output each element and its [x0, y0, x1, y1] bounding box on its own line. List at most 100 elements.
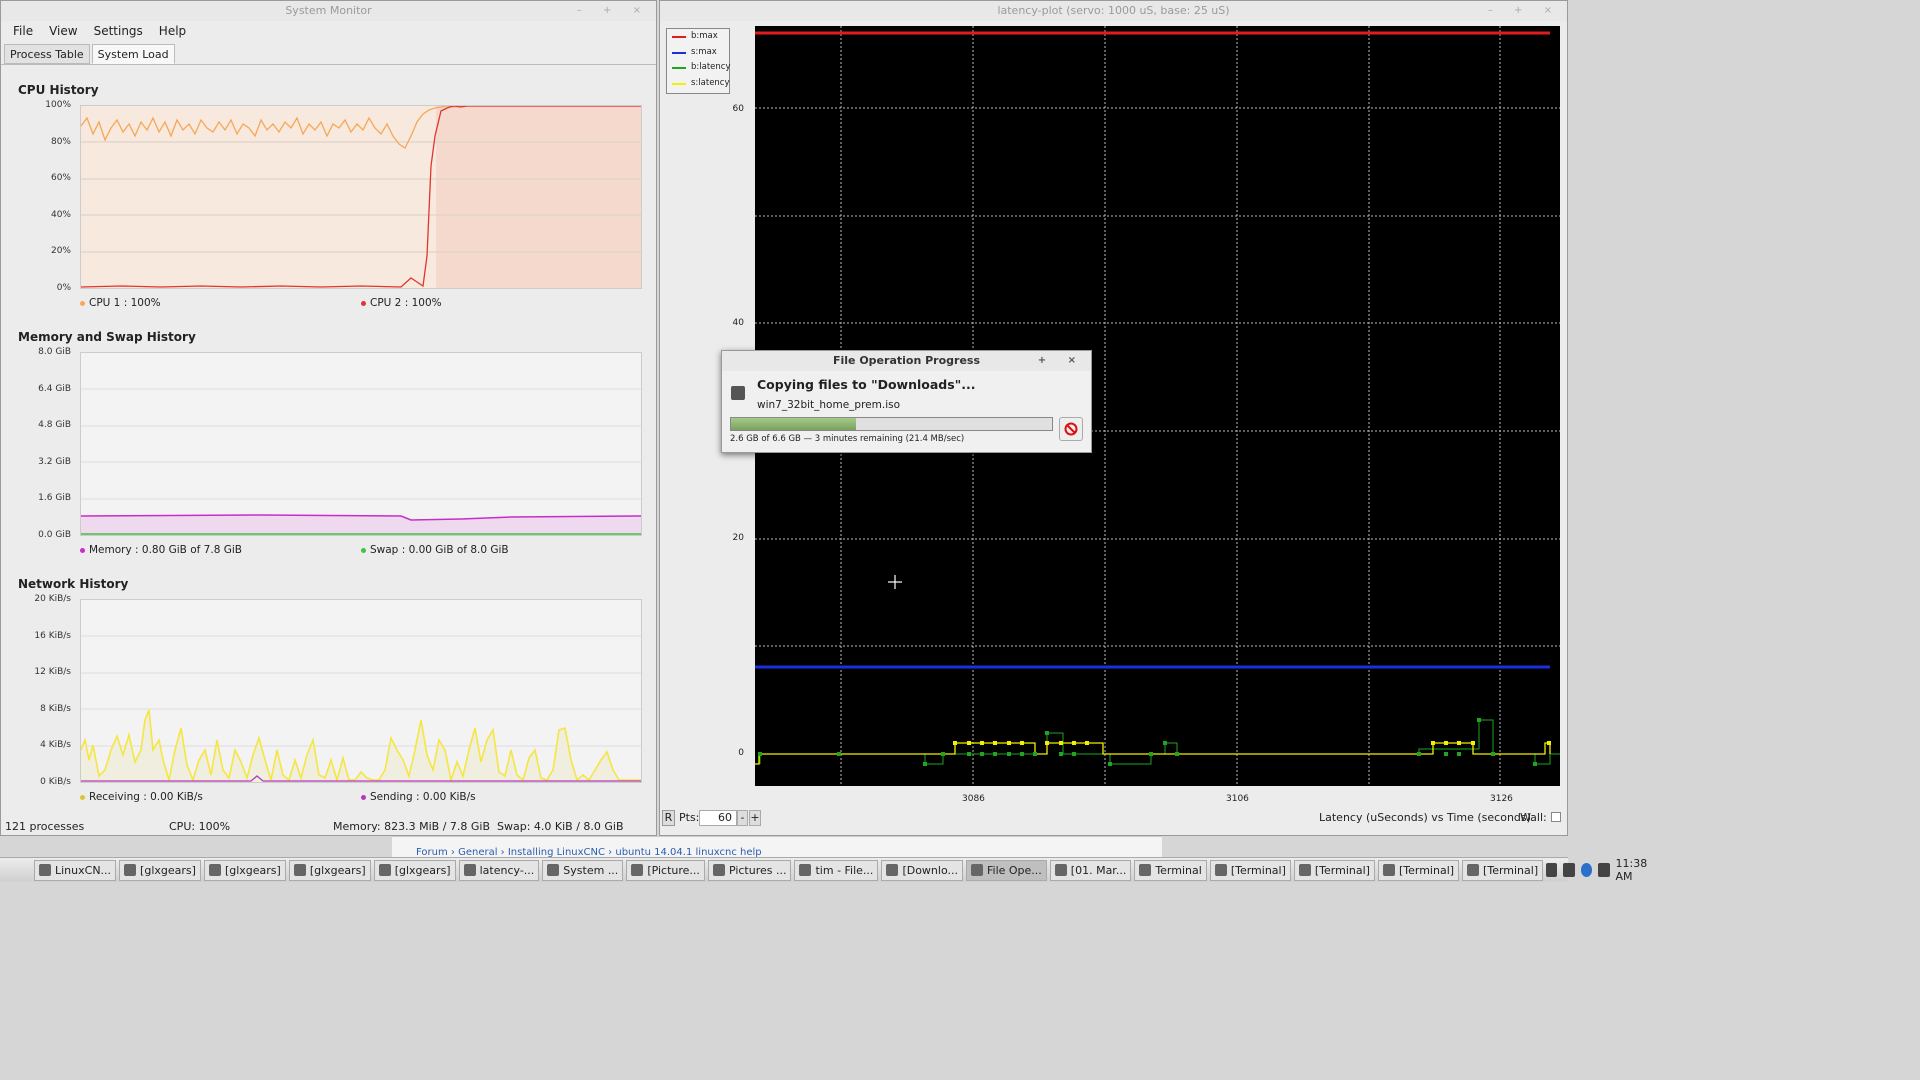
- menu-bar: File View Settings Help: [1, 21, 656, 41]
- taskbar-button[interactable]: [Terminal]: [1377, 859, 1460, 881]
- b-latency-line: [759, 719, 1560, 765]
- window-icon: [378, 864, 391, 876]
- taskbar-button[interactable]: System ...: [542, 859, 624, 881]
- taskbar-button[interactable]: [Downlo...: [881, 859, 963, 881]
- menu-view[interactable]: View: [49, 24, 77, 38]
- taskbar-button[interactable]: [Picture...: [626, 859, 705, 881]
- latency-plot-titlebar[interactable]: latency-plot (servo: 1000 uS, base: 25 u…: [660, 1, 1567, 21]
- taskbar-button-label: [Picture...: [647, 863, 700, 877]
- pts-increment-button[interactable]: +: [749, 810, 761, 826]
- legend-b-latency-label: b:latency: [691, 62, 731, 72]
- wall-checkbox[interactable]: [1551, 812, 1561, 822]
- taskbar-button[interactable]: Terminal: [1134, 859, 1207, 881]
- network-icon[interactable]: [1546, 863, 1558, 877]
- memory-area: [81, 515, 641, 535]
- taskbar-button-label: Pictures ...: [728, 863, 787, 877]
- receiving-legend: Receiving : 0.00 KiB/s: [80, 791, 203, 803]
- taskbar-button[interactable]: Pictures ...: [707, 859, 792, 881]
- window-icon: [1467, 864, 1480, 876]
- window-icon: [39, 864, 51, 876]
- taskbar-button[interactable]: File Ope...: [965, 859, 1047, 881]
- cpu-history-title: CPU History: [18, 83, 99, 97]
- swap-legend-text: Swap : 0.00 GiB of 8.0 GiB: [370, 544, 509, 556]
- sending-legend-text: Sending : 0.00 KiB/s: [370, 791, 476, 803]
- dialog-filename: win7_32bit_home_prem.iso: [757, 399, 901, 411]
- tab-system-load[interactable]: System Load: [91, 44, 175, 64]
- latency-window-controls[interactable]: – + ×: [1488, 1, 1561, 21]
- y-tick-0: 0: [738, 748, 744, 758]
- memory-legend-text: Memory : 0.80 GiB of 7.8 GiB: [89, 544, 242, 556]
- window-icon: [886, 864, 899, 876]
- system-monitor-window: System Monitor – + × File View Settings H…: [0, 0, 657, 836]
- cpu-plot: [80, 105, 641, 288]
- taskbar-button[interactable]: [glxgears]: [373, 859, 456, 881]
- cpu2-area: [436, 106, 641, 288]
- y-tick-40: 40: [732, 318, 744, 328]
- taskbar-button-label: [glxgears]: [394, 863, 451, 877]
- taskbar-button[interactable]: LinuxCN...: [34, 859, 117, 881]
- file-manager-tray-icon[interactable]: [1598, 863, 1610, 877]
- y-tick-label: 20 KiB/s: [34, 594, 71, 604]
- taskbar-button[interactable]: [Terminal]: [1462, 859, 1544, 881]
- dialog-titlebar[interactable]: File Operation Progress + ×: [722, 351, 1091, 371]
- y-tick-label: 3.2 GiB: [38, 456, 71, 467]
- window-icon: [1298, 864, 1311, 876]
- swap-swatch: [361, 547, 366, 553]
- legend-s-max-label: s:max: [691, 46, 717, 57]
- cancel-icon: [1064, 422, 1078, 436]
- cpu2-legend-text: CPU 2 : 100%: [370, 297, 442, 309]
- swap-status: Swap: 4.0 KiB / 8.0 GiB: [497, 820, 624, 833]
- network-plot: [80, 635, 641, 784]
- clock[interactable]: 11:38 AM: [1616, 857, 1658, 883]
- pts-decrement-button[interactable]: -: [737, 810, 748, 826]
- memory-graph: [80, 352, 642, 536]
- memory-gridlines: [81, 388, 641, 500]
- taskbar-window-list: LinuxCN... [glxgears] [glxgears] [glxgears]…: [34, 859, 1546, 881]
- y-tick-label: 20%: [50, 246, 71, 257]
- taskbar-button[interactable]: [01. Mar...: [1049, 859, 1132, 881]
- dialog-controls[interactable]: + ×: [1038, 351, 1085, 371]
- window-icon: [293, 864, 306, 876]
- pts-input[interactable]: 60: [699, 810, 737, 826]
- menu-settings[interactable]: Settings: [94, 24, 143, 38]
- taskbar-button-label: tim - File...: [815, 863, 874, 877]
- y-tick-label: 0.0 GiB: [38, 530, 71, 540]
- y-tick-label: 4 KiB/s: [40, 740, 71, 751]
- y-tick-label: 16 KiB/s: [34, 630, 71, 641]
- window-controls[interactable]: – + ×: [577, 1, 650, 21]
- reset-button[interactable]: R: [662, 810, 675, 826]
- window-icon: [1214, 864, 1227, 876]
- latency-window-title: latency-plot (servo: 1000 uS, base: 25 u…: [997, 4, 1230, 17]
- pts-label: Pts:: [679, 811, 700, 824]
- taskbar-button[interactable]: tim - File...: [794, 859, 879, 881]
- memory-swatch: [80, 547, 85, 553]
- system-monitor-titlebar[interactable]: System Monitor – + ×: [1, 1, 656, 21]
- window-icon: [631, 864, 644, 876]
- taskbar-button-label: [Terminal]: [1314, 863, 1370, 877]
- taskbar-button[interactable]: [Terminal]: [1209, 859, 1291, 881]
- window-icon: [712, 864, 725, 876]
- memory-legend: Memory : 0.80 GiB of 7.8 GiB: [80, 544, 242, 556]
- menu-file[interactable]: File: [13, 24, 33, 38]
- sending-legend: Sending : 0.00 KiB/s: [361, 791, 476, 803]
- dialog-heading: Copying files to "Downloads"...: [757, 377, 976, 392]
- taskbar-button[interactable]: latency-...: [458, 859, 540, 881]
- cancel-copy-button[interactable]: [1059, 417, 1083, 441]
- update-icon[interactable]: [1580, 863, 1593, 877]
- taskbar-button-label: [01. Mar...: [1070, 863, 1127, 877]
- menu-help[interactable]: Help: [159, 24, 186, 38]
- copy-progress-fill: [731, 418, 857, 430]
- taskbar-button[interactable]: [Terminal]: [1293, 859, 1375, 881]
- tab-process-table[interactable]: Process Table: [4, 44, 90, 64]
- s-max-swatch: [672, 51, 686, 54]
- plot-controls-bar: R Pts: 60 - + Latency (uSeconds) vs Time…: [660, 809, 1569, 829]
- taskbar-button[interactable]: [glxgears]: [203, 859, 286, 881]
- crosshair-cursor-icon: [888, 575, 902, 589]
- volume-icon[interactable]: [1563, 863, 1575, 877]
- taskbar-button[interactable]: [glxgears]: [288, 859, 371, 881]
- receiving-swatch: [80, 794, 85, 800]
- taskbar-button[interactable]: [glxgears]: [119, 859, 201, 881]
- memory-plot: [80, 388, 642, 535]
- window-title: System Monitor: [285, 4, 372, 17]
- copy-progress-bar: [730, 417, 1053, 431]
